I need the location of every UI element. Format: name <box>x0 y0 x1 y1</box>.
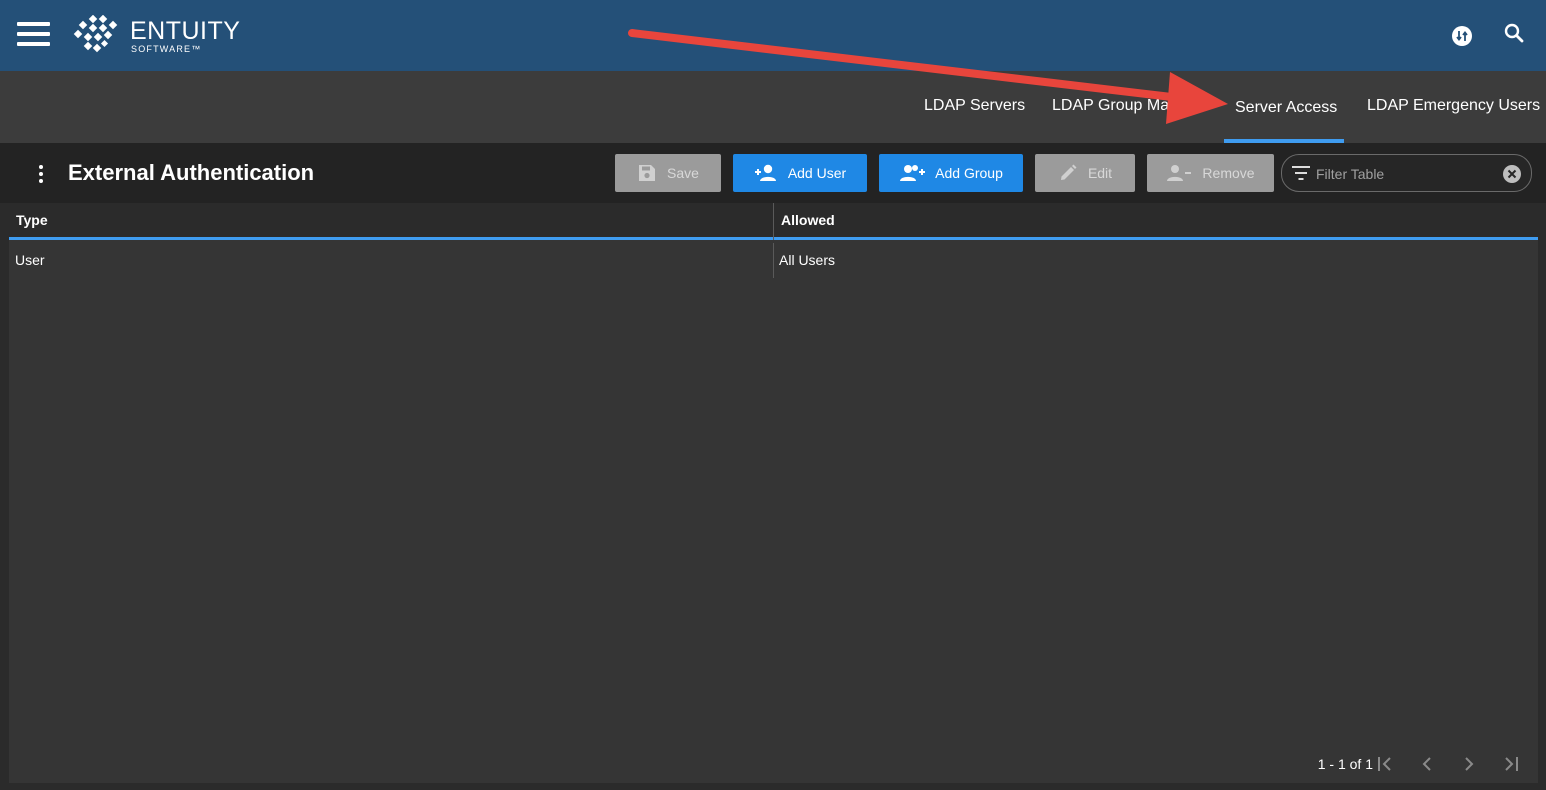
first-page-icon[interactable] <box>1373 752 1397 776</box>
table-header: Type Allowed <box>9 203 1538 240</box>
column-header-type[interactable]: Type <box>16 212 48 228</box>
remove-button[interactable]: Remove <box>1147 154 1274 192</box>
previous-page-icon[interactable] <box>1415 752 1439 776</box>
brand-name: ENTUITY <box>130 17 241 45</box>
cell-type: User <box>15 252 45 268</box>
pencil-icon <box>1060 164 1077 180</box>
row-column-divider <box>773 243 774 278</box>
save-button-label: Save <box>667 165 699 181</box>
clear-filter-icon[interactable] <box>1502 164 1522 184</box>
save-icon <box>639 165 656 181</box>
menu-icon[interactable] <box>17 22 51 46</box>
remove-button-label: Remove <box>1202 165 1255 181</box>
add-user-button[interactable]: Add User <box>733 154 867 192</box>
filter-table-box <box>1281 154 1532 192</box>
cell-allowed: All Users <box>779 252 836 268</box>
more-options-icon[interactable] <box>37 165 45 183</box>
add-group-icon <box>900 165 926 181</box>
remove-user-icon <box>1167 165 1192 181</box>
edit-button[interactable]: Edit <box>1035 154 1135 192</box>
sync-icon[interactable] <box>1450 24 1474 48</box>
next-page-icon[interactable] <box>1457 752 1481 776</box>
last-page-icon[interactable] <box>1499 752 1523 776</box>
entuity-logo: ENTUITY SOFTWARE™ <box>72 14 252 57</box>
tab-ldap-group-mapping[interactable]: LDAP Group Mapping <box>1052 97 1198 115</box>
column-divider[interactable] <box>773 203 774 240</box>
toolbar: External Authentication Save Add User Ad… <box>0 143 1546 203</box>
tab-server-access[interactable]: Server Access <box>1235 99 1337 117</box>
save-button[interactable]: Save <box>615 154 721 192</box>
tab-ldap-servers[interactable]: LDAP Servers <box>924 97 1025 115</box>
logo-mark-icon <box>73 14 118 53</box>
column-header-allowed[interactable]: Allowed <box>781 212 835 228</box>
add-group-label: Add Group <box>935 165 1003 181</box>
add-group-button[interactable]: Add Group <box>879 154 1023 192</box>
edit-button-label: Edit <box>1087 165 1113 181</box>
pagination: 1 - 1 of 1 <box>1238 750 1538 778</box>
search-icon[interactable] <box>1503 22 1527 46</box>
tab-ldap-emergency-users[interactable]: LDAP Emergency Users <box>1367 97 1540 115</box>
filter-icon <box>1292 166 1310 180</box>
top-bar: ENTUITY SOFTWARE™ <box>0 0 1546 71</box>
tab-bar: LDAP Servers LDAP Group Mapping Server A… <box>0 71 1546 143</box>
add-user-icon <box>754 164 776 181</box>
brand-subtitle: SOFTWARE™ <box>131 44 202 54</box>
access-table: Type Allowed User All Users 1 - 1 of 1 <box>9 203 1538 783</box>
filter-table-input[interactable] <box>1316 164 1496 184</box>
page-title: External Authentication <box>68 160 315 185</box>
pagination-label: 1 - 1 of 1 <box>1317 756 1373 772</box>
add-user-label: Add User <box>787 165 847 181</box>
